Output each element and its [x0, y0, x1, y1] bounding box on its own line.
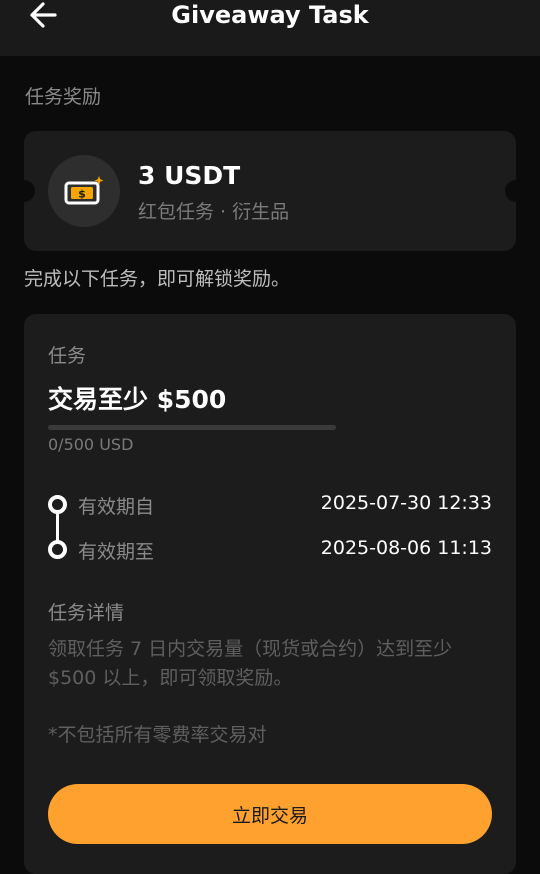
trade-now-button[interactable]: 立即交易 — [48, 784, 492, 844]
unlock-instruction: 完成以下任务，即可解锁奖励。 — [24, 268, 291, 290]
task-card: 任务 交易至少 $500 0/500 USD 有效期自 2025-07-30 1… — [24, 314, 516, 874]
ticket-notch-left — [13, 180, 35, 202]
valid-to-label: 有效期至 — [78, 541, 155, 563]
reward-card: $ 3 USDT 红包任务 · 衍生品 — [13, 131, 527, 251]
header-bar: Giveaway Task — [0, 0, 540, 56]
reward-icon-circle: $ — [48, 155, 120, 227]
svg-text:$: $ — [78, 188, 86, 201]
page-title: Giveaway Task — [171, 1, 369, 29]
task-title: 交易至少 $500 — [48, 385, 227, 414]
timeline-dot-start — [48, 495, 67, 514]
task-details-label: 任务详情 — [48, 602, 125, 624]
reward-section-label: 任务奖励 — [25, 86, 102, 108]
valid-from-label: 有效期自 — [78, 496, 155, 518]
task-label: 任务 — [48, 345, 87, 367]
progress-text: 0/500 USD — [48, 435, 134, 454]
task-details-text: 领取任务 7 日内交易量（现货或合约）达到至少 $500 以上，即可领取奖励。 — [48, 638, 453, 689]
reward-subtitle: 红包任务 · 衍生品 — [138, 201, 290, 223]
valid-from-value: 2025-07-30 12:33 — [320, 492, 492, 514]
task-details-note: *不包括所有零费率交易对 — [48, 724, 267, 746]
timeline-dot-end — [48, 540, 67, 559]
valid-to-value: 2025-08-06 11:13 — [320, 537, 492, 559]
progress-bar — [48, 425, 336, 430]
ticket-notch-right — [505, 180, 527, 202]
money-ticket-icon: $ — [64, 176, 104, 205]
reward-amount: 3 USDT — [138, 161, 241, 190]
